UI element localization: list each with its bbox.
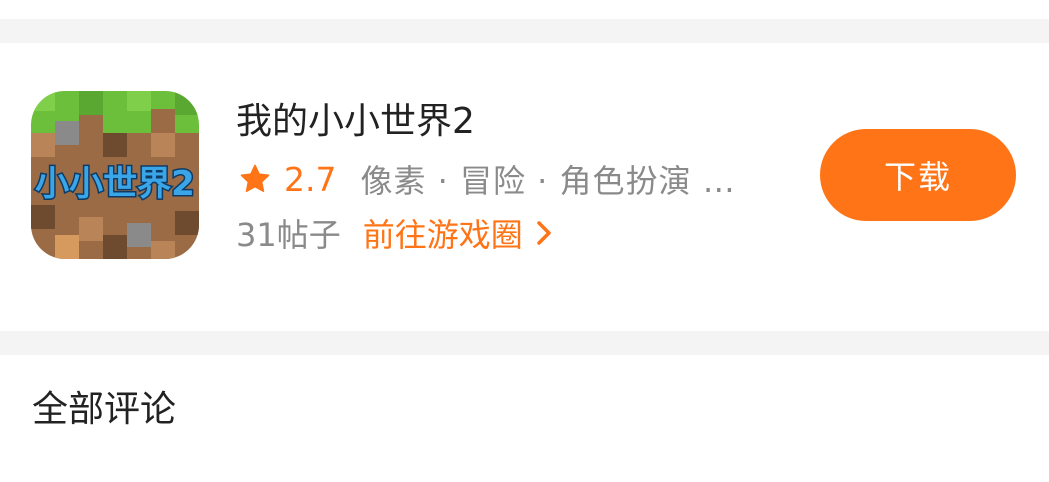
section-divider-top: [0, 19, 1049, 43]
app-icon-graphic: 小小世界2: [31, 91, 199, 259]
post-count: 31帖子: [236, 216, 341, 254]
section-divider-middle: [0, 331, 1049, 355]
all-comments-title: 全部评论: [32, 389, 177, 430]
app-name: 我的小小世界2: [236, 101, 475, 142]
app-sub-row: 31帖子 前往游戏圈: [236, 211, 555, 255]
app-card[interactable]: 小小世界2 我的小小世界2 2.7 像素 · 冒险 · 角色扮演 … 31帖子 …: [0, 43, 1049, 331]
app-icon-logo-text: 小小世界2: [35, 164, 195, 204]
download-button[interactable]: 下载: [820, 129, 1016, 221]
game-circle-link-label: 前往游戏圈: [362, 216, 523, 254]
app-meta-row: 2.7 像素 · 冒险 · 角色扮演 …: [238, 157, 736, 201]
chevron-right-icon: [533, 218, 555, 248]
game-circle-link[interactable]: 前往游戏圈: [363, 210, 555, 256]
star-icon: [238, 162, 272, 196]
app-tags: 像素 · 冒险 · 角色扮演 …: [360, 162, 736, 200]
rating-score: 2.7: [284, 159, 337, 199]
page: 小小世界2 我的小小世界2 2.7 像素 · 冒险 · 角色扮演 … 31帖子 …: [0, 0, 1049, 482]
app-icon[interactable]: 小小世界2: [31, 91, 199, 259]
